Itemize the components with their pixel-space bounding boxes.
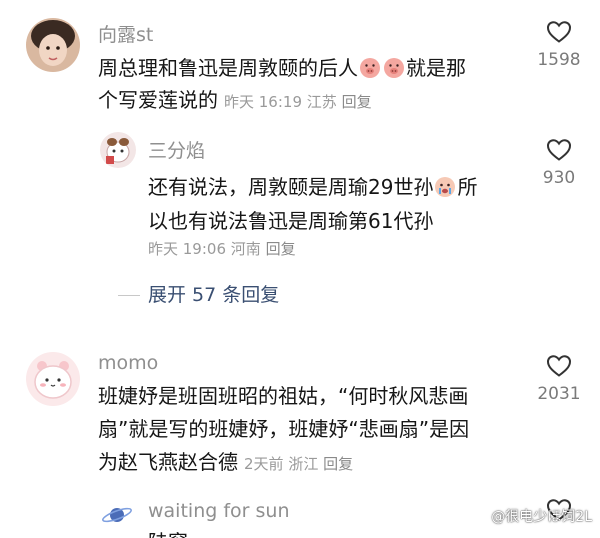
- avatar[interactable]: [26, 18, 80, 72]
- reply-button[interactable]: 回复: [266, 240, 296, 258]
- like-button[interactable]: 930: [524, 138, 594, 188]
- comment-time: 2天前: [244, 455, 284, 473]
- like-button[interactable]: 2031: [524, 354, 594, 404]
- expand-replies-button[interactable]: 展开 57 条回复: [118, 280, 279, 307]
- heart-icon: [546, 21, 572, 43]
- comment-text-line: 陆窗: [148, 530, 188, 538]
- pig-face-emoji-icon: [383, 56, 405, 78]
- divider: [118, 295, 140, 296]
- user-avatar-icon: [26, 18, 80, 72]
- avatar[interactable]: [100, 132, 136, 168]
- comment-location: 河南: [230, 240, 261, 258]
- username[interactable]: 三分焰: [148, 136, 205, 163]
- crying-face-emoji-icon: [434, 174, 456, 197]
- comment-meta: 昨天 16:19 江苏 回复: [224, 93, 372, 111]
- heart-icon: [546, 139, 572, 161]
- username[interactable]: waiting for sun: [148, 500, 289, 522]
- user-avatar-icon: [26, 352, 80, 406]
- comment-meta: 2天前 浙江 回复: [244, 455, 353, 473]
- comment-text-line: 扇”就是写的班婕妤，班婕妤“悲画扇”是因: [98, 417, 470, 441]
- avatar[interactable]: [26, 352, 80, 406]
- avatar[interactable]: [100, 498, 134, 532]
- heart-icon: [546, 355, 572, 377]
- comment-meta: 昨天 19:06 河南 回复: [148, 238, 296, 259]
- username[interactable]: 向露st: [98, 20, 153, 47]
- comment-text: 还有说法，周敦颐是周瑜29世孙所 以也有说法鲁迅是周瑜第61代孙: [148, 170, 477, 238]
- like-count: 1598: [537, 50, 581, 70]
- comment-text: 陆窗: [148, 526, 188, 538]
- comment-text-line: 周总理和鲁迅是周敦颐的后人: [98, 56, 358, 80]
- reply-button[interactable]: 回复: [323, 455, 353, 473]
- comment-text-line: 班婕妤是班固班昭的祖姑，“何时秋风悲画: [98, 384, 469, 408]
- reply-button[interactable]: 回复: [342, 93, 372, 111]
- comment-text-line: 为赵飞燕赵合德: [98, 450, 238, 474]
- comment-text-line: 个写爱莲说的: [98, 88, 218, 112]
- comment-location: 浙江: [288, 455, 319, 473]
- like-count: ...: [550, 528, 568, 538]
- comment-text-line: 以也有说法鲁迅是周瑜第61代孙: [148, 209, 434, 233]
- pig-face-emoji-icon: [359, 56, 381, 78]
- comment-time: 昨天 16:19: [224, 93, 302, 111]
- comment-location: 江苏: [306, 93, 337, 111]
- watermark: @很电少ほ饲2L: [491, 509, 592, 525]
- comment-time: 昨天 19:06: [148, 240, 226, 258]
- username[interactable]: momo: [98, 352, 158, 374]
- comment-text: 班婕妤是班固班昭的祖姑，“何时秋风悲画 扇”就是写的班婕妤，班婕妤“悲画扇”是因…: [98, 380, 469, 481]
- planet-avatar-icon: [102, 507, 132, 523]
- like-count: 2031: [537, 384, 581, 404]
- comment-text: 周总理和鲁迅是周敦颐的后人 就是那 个写爱莲说的 昨天 16:19 江苏 回复: [98, 52, 466, 118]
- comment-text-line: 所: [457, 175, 478, 199]
- comment-text-line: 还有说法，周敦颐是周瑜29世孙: [148, 175, 434, 199]
- like-button[interactable]: 1598: [524, 20, 594, 70]
- comment-text-line: 就是那: [406, 56, 466, 80]
- like-count: 930: [542, 168, 576, 188]
- user-avatar-icon: [100, 132, 136, 168]
- expand-replies-label: 展开 57 条回复: [148, 284, 280, 306]
